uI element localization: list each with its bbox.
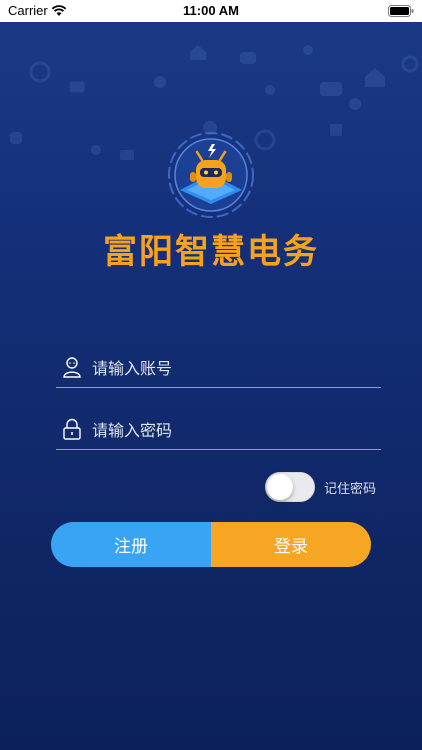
remember-password: 记住密码 xyxy=(265,471,390,503)
password-input[interactable] xyxy=(92,416,372,444)
robot-chip-icon xyxy=(168,132,254,218)
account-field xyxy=(56,348,381,388)
app-title: 富阳智慧电务 xyxy=(103,232,319,272)
battery-icon xyxy=(388,5,414,17)
remember-label: 记住密码 xyxy=(324,482,377,497)
toggle-knob xyxy=(267,474,293,500)
status-bar: Carrier 11:00 AM xyxy=(0,0,422,22)
remember-toggle[interactable] xyxy=(265,472,315,502)
user-icon xyxy=(63,357,81,378)
lock-icon xyxy=(63,418,81,440)
action-buttons: 注册 登录 xyxy=(51,522,371,567)
login-button[interactable]: 登录 xyxy=(211,522,371,567)
register-button[interactable]: 注册 xyxy=(51,522,211,567)
account-input[interactable] xyxy=(92,354,372,382)
password-field xyxy=(56,410,381,450)
clock-time: 11:00 AM xyxy=(183,3,239,18)
